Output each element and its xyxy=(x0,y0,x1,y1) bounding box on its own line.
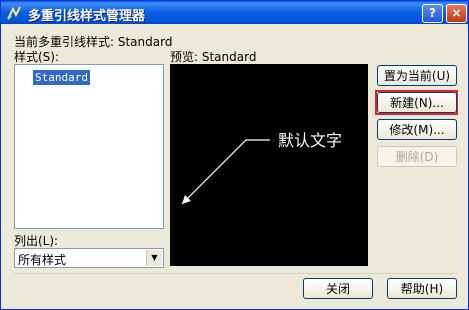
set-current-button[interactable]: 置为当前(U) xyxy=(377,65,457,86)
window-title: 多重引线样式管理器 xyxy=(28,9,146,24)
new-button[interactable]: 新建(N)... xyxy=(377,92,457,113)
title-close-button[interactable]: × xyxy=(446,4,467,23)
dialog-window: 多重引线样式管理器 ? × 当前多重引线样式: Standard 样式(S): … xyxy=(0,0,469,310)
modify-button[interactable]: 修改(M)... xyxy=(377,119,457,140)
preview-canvas: 默认文字 xyxy=(170,64,368,266)
styles-list-label: 样式(S): xyxy=(14,50,60,64)
style-list-item[interactable]: Standard xyxy=(33,70,90,85)
leader-arrow-graphic xyxy=(181,139,270,205)
preview-sample-text: 默认文字 xyxy=(278,131,343,150)
list-filter-select[interactable]: 所有样式 ▼ xyxy=(14,248,164,268)
preview-label: 预览: Standard xyxy=(170,50,257,64)
close-button[interactable]: 关闭 xyxy=(303,278,373,299)
delete-button: 删除(D) xyxy=(377,146,457,167)
separator xyxy=(14,273,457,274)
title-help-button[interactable]: ? xyxy=(422,4,443,23)
styles-listbox[interactable]: Standard xyxy=(14,64,164,229)
title-bar[interactable]: 多重引线样式管理器 ? × xyxy=(1,1,468,24)
multileader-app-icon xyxy=(7,6,21,20)
list-filter-value: 所有样式 xyxy=(18,253,67,267)
chevron-down-icon[interactable]: ▼ xyxy=(146,250,162,266)
list-filter-label: 列出(L): xyxy=(14,234,59,248)
help-button[interactable]: 帮助(H) xyxy=(387,278,457,299)
